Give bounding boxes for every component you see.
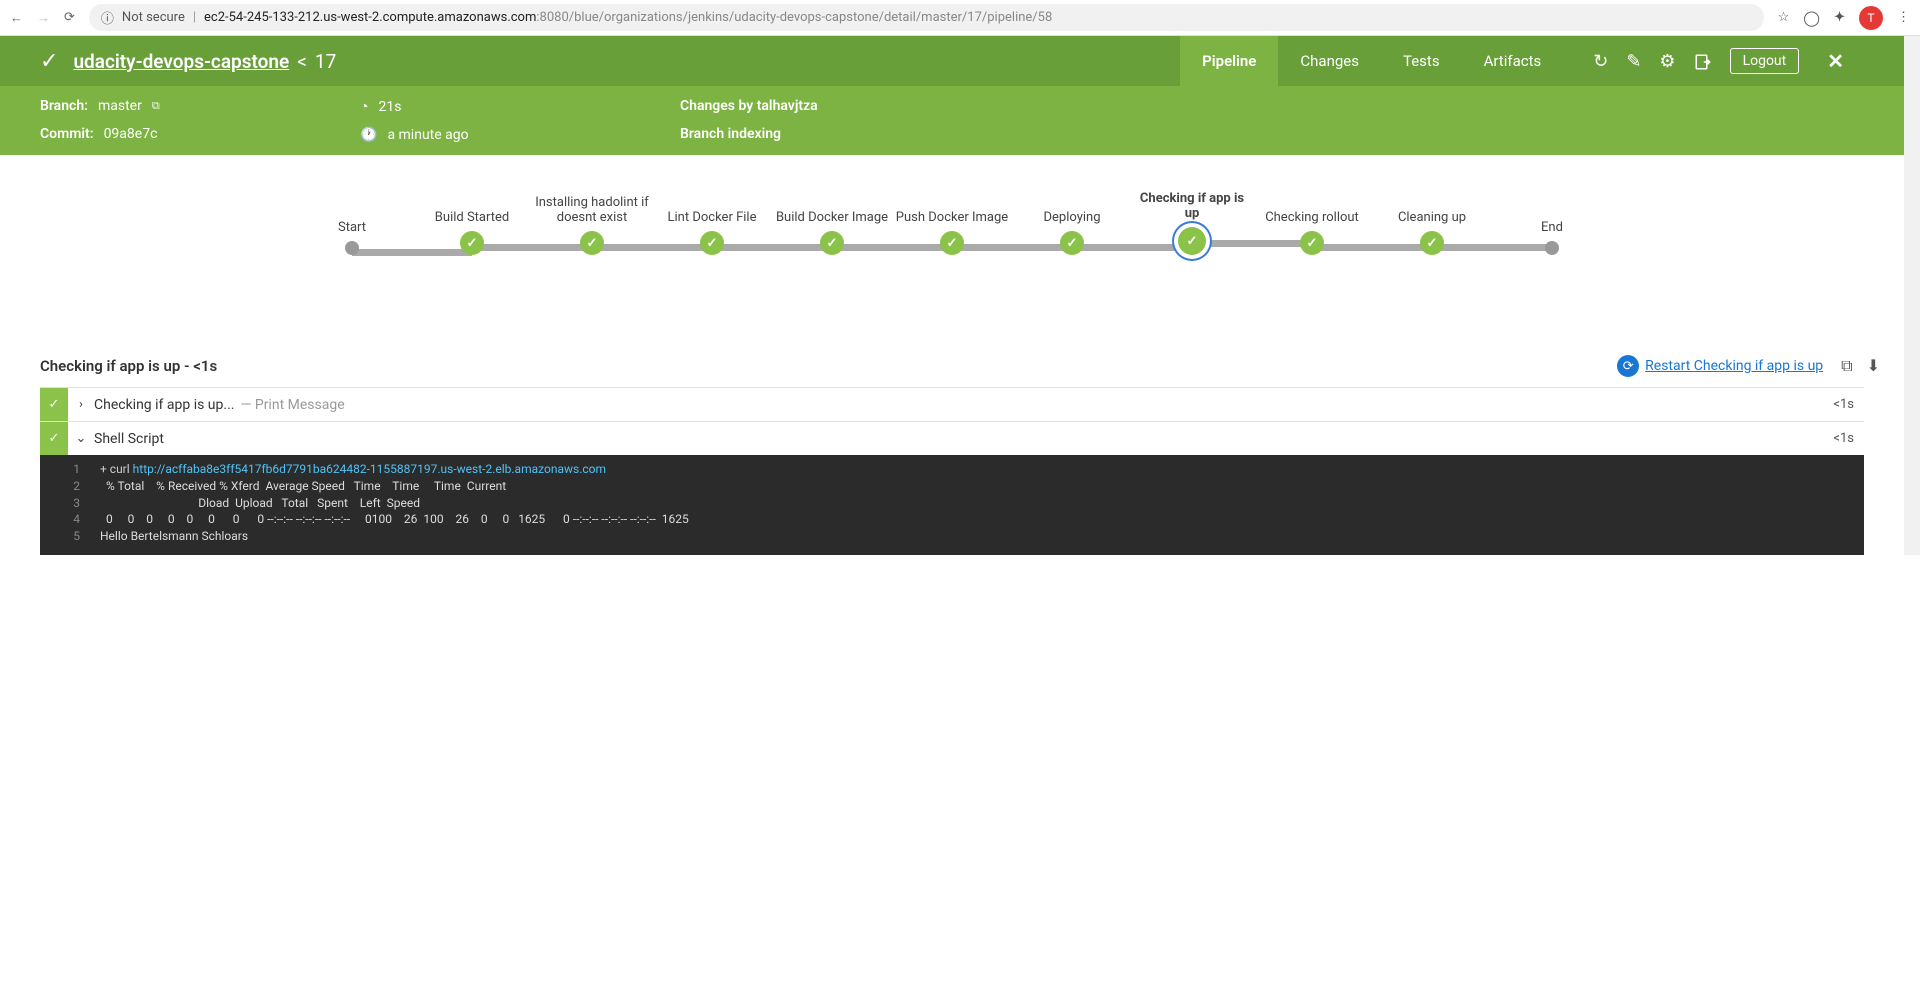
step-duration: <1s [1833, 397, 1864, 412]
stage-node[interactable]: Start [292, 199, 412, 255]
stage-label: Cleaning up [1398, 189, 1466, 225]
stage-label: Build Docker Image [776, 189, 888, 225]
browser-toolbar: ← → ⟳ ⓘ Not secure | ec2-54-245-133-212.… [0, 0, 1920, 36]
url-text: ec2-54-245-133-212.us-west-2.compute.ama… [204, 10, 1052, 25]
timer-icon: ◔ [360, 98, 368, 115]
stage-status-selected-icon [1178, 227, 1206, 255]
stage-status-icon [700, 231, 724, 255]
step-row[interactable]: ✓›Checking if app is up... — Print Messa… [40, 387, 1864, 421]
restart-icon: ⟳ [1617, 355, 1639, 377]
logout-button[interactable]: Logout [1730, 48, 1800, 74]
duration-value: 21s [378, 99, 401, 115]
step-duration: <1s [1833, 431, 1864, 446]
stage-label: Lint Docker File [668, 189, 757, 225]
chevron-down-icon: ⌄ [68, 431, 94, 446]
changes-by: Changes by talhavjtza [680, 98, 818, 114]
nav-reload-icon[interactable]: ⟳ [64, 10, 75, 26]
step-row[interactable]: ✓⌄Shell Script <1s [40, 421, 1864, 455]
extensions-icon[interactable]: ✦ [1834, 10, 1845, 25]
stage-label: Push Docker Image [896, 189, 1008, 225]
log-section-header: Checking if app is up - <1s ⟳ Restart Ch… [0, 355, 1920, 387]
profile-avatar[interactable]: T [1859, 6, 1883, 30]
tab-changes[interactable]: Changes [1278, 36, 1381, 86]
project-link[interactable]: udacity-devops-capstone [73, 50, 289, 73]
stage-status-icon [1300, 231, 1324, 255]
step-status-icon: ✓ [40, 388, 68, 421]
log-section-title: Checking if app is up - <1s [40, 357, 217, 375]
address-bar[interactable]: ⓘ Not secure | ec2-54-245-133-212.us-wes… [89, 4, 1764, 31]
commit-value: 09a8e7c [104, 126, 158, 142]
step-status-icon: ✓ [40, 422, 68, 455]
download-icon[interactable]: ⬇ [1867, 356, 1880, 376]
stage-status-icon [580, 231, 604, 255]
tab-bar: Pipeline Changes Tests Artifacts [1180, 36, 1563, 86]
run-separator: < [297, 50, 307, 73]
nav-forward-icon[interactable]: → [37, 10, 50, 26]
tab-artifacts[interactable]: Artifacts [1462, 36, 1564, 86]
stage-node[interactable]: Build Started [412, 189, 532, 255]
console-output: 1+ curl http://acffaba8e3ff5417fb6d7791b… [40, 455, 1864, 555]
stage-status-icon [1060, 231, 1084, 255]
stage-status-icon [940, 231, 964, 255]
clock-icon: 🕐 [360, 127, 377, 143]
settings-icon[interactable]: ⚙ [1659, 51, 1675, 72]
stage-label: Deploying [1044, 189, 1101, 225]
stage-label: Start [338, 199, 366, 235]
run-number: 17 [315, 50, 336, 73]
open-external-icon[interactable]: ⧉ [1841, 356, 1852, 376]
edit-icon[interactable]: ✎ [1626, 51, 1641, 72]
branch-external-icon[interactable]: ⧉ [152, 99, 160, 113]
stage-status-icon [460, 231, 484, 255]
step-name: Shell Script [94, 431, 164, 447]
exit-icon[interactable] [1694, 51, 1712, 72]
info-icon: ⓘ [101, 8, 114, 27]
build-cause: Branch indexing [680, 126, 781, 142]
circle-icon[interactable]: ◯ [1803, 9, 1820, 27]
rerun-icon[interactable]: ↻ [1593, 51, 1608, 72]
chevron-right-icon: › [68, 397, 94, 412]
menu-icon[interactable]: ⋮ [1897, 10, 1910, 25]
stage-label: End [1541, 199, 1563, 235]
tab-tests[interactable]: Tests [1381, 36, 1462, 86]
pipeline-graph: Start Build Started Installing hadolint if… [0, 155, 1904, 355]
close-icon[interactable]: ✕ [1827, 49, 1844, 73]
stage-status-icon [1420, 231, 1444, 255]
stage-label: Checking if app is up [1132, 185, 1252, 221]
stage-label: Build Started [435, 189, 509, 225]
stage-label: Checking rollout [1265, 189, 1359, 225]
step-description: — Print Message [240, 397, 344, 413]
status-check-icon: ✓ [40, 49, 58, 74]
star-icon[interactable]: ☆ [1778, 10, 1790, 25]
stage-label: Installing hadolint if doesnt exist [532, 189, 652, 225]
security-label: Not secure [122, 10, 185, 25]
stage-status-icon [1545, 241, 1559, 255]
stage-status-icon [820, 231, 844, 255]
nav-back-icon[interactable]: ← [10, 10, 23, 26]
relative-time: a minute ago [387, 127, 468, 143]
branch-value: master [98, 98, 142, 114]
commit-label: Commit: [40, 126, 94, 142]
branch-label: Branch: [40, 98, 88, 114]
tab-pipeline[interactable]: Pipeline [1180, 36, 1278, 86]
scrollbar[interactable] [1904, 36, 1920, 555]
restart-stage-link[interactable]: ⟳ Restart Checking if app is up [1617, 355, 1823, 377]
step-name: Checking if app is up... [94, 397, 234, 413]
run-header: ✓ udacity-devops-capstone < 17 Pipeline … [0, 36, 1904, 155]
stage-status-icon [345, 241, 359, 255]
